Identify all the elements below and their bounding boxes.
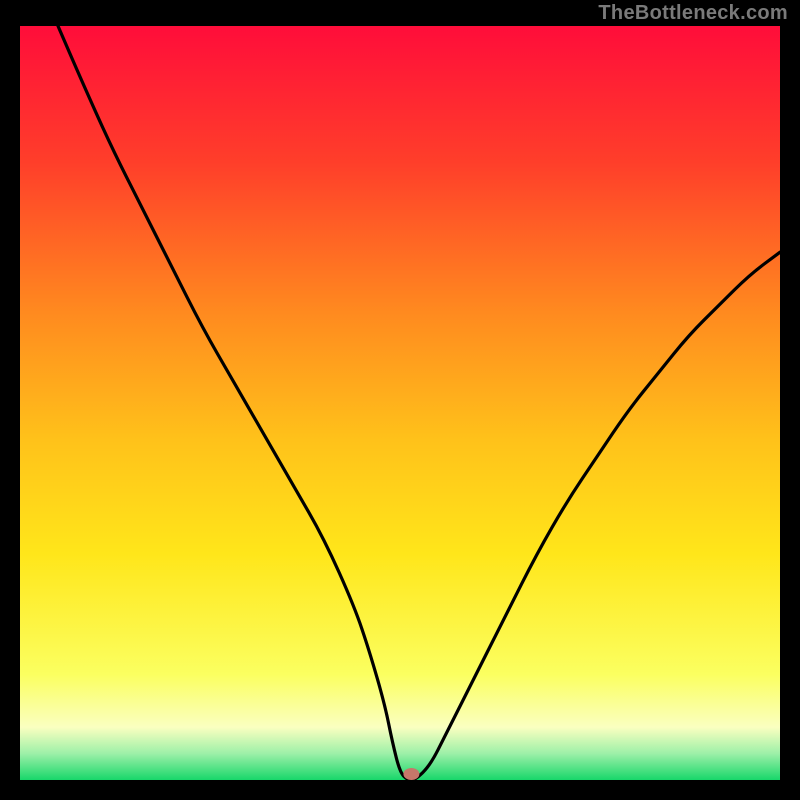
- chart-frame: TheBottleneck.com: [0, 0, 800, 800]
- chart-svg: [20, 26, 780, 780]
- gradient-background: [20, 26, 780, 780]
- optimal-marker: [403, 768, 419, 780]
- watermark-text: TheBottleneck.com: [598, 2, 788, 25]
- plot-area: [20, 26, 780, 780]
